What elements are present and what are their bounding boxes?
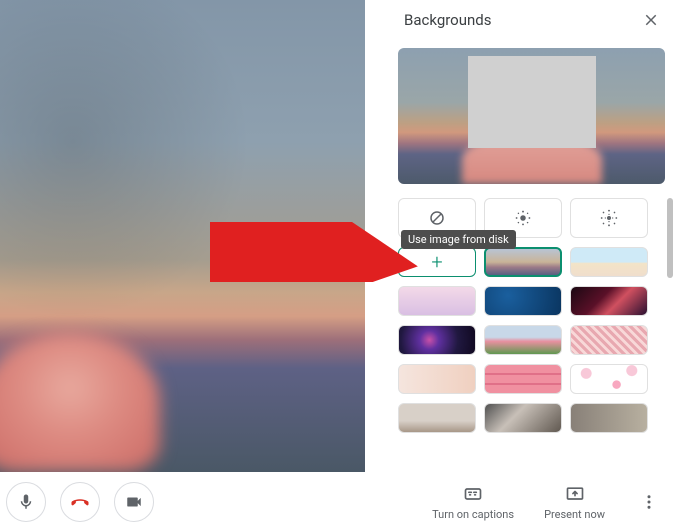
backgrounds-scrollbar[interactable] xyxy=(667,198,673,278)
bg-option-petals[interactable] xyxy=(570,364,648,394)
bg-option-room-office[interactable] xyxy=(570,403,648,433)
bg-option-room-gallery[interactable] xyxy=(398,403,476,433)
leave-call-button[interactable] xyxy=(60,482,100,522)
bg-option-fireworks[interactable] xyxy=(398,325,476,355)
camera-button[interactable] xyxy=(114,482,154,522)
upload-tooltip: Use image from disk xyxy=(401,230,516,249)
mic-button[interactable] xyxy=(6,482,46,522)
bg-option-room-light[interactable] xyxy=(484,403,562,433)
bg-option-cherry-blossom[interactable] xyxy=(570,325,648,355)
plus-icon: + xyxy=(431,250,442,274)
annotation-arrow xyxy=(210,222,430,282)
present-label: Present now xyxy=(544,508,605,521)
more-options-button[interactable] xyxy=(635,488,663,516)
captions-label: Turn on captions xyxy=(432,508,514,521)
bg-option-pink-pattern[interactable] xyxy=(484,364,562,394)
bg-option-nebula[interactable] xyxy=(570,286,648,316)
bg-option-beach[interactable] xyxy=(570,247,648,277)
bottom-bar: Turn on captions Present now xyxy=(0,472,675,532)
background-preview xyxy=(398,48,665,184)
close-icon[interactable] xyxy=(639,8,663,32)
panel-title: Backgrounds xyxy=(404,11,491,29)
captions-button[interactable]: Turn on captions xyxy=(432,484,514,521)
present-button[interactable]: Present now xyxy=(544,484,605,521)
bg-option-ocean-water[interactable] xyxy=(484,286,562,316)
bg-option-sunset[interactable] xyxy=(484,247,562,277)
bg-option-soft-pastel[interactable] xyxy=(398,364,476,394)
bg-option-spring-flowers[interactable] xyxy=(484,325,562,355)
effect-blur-heavy-button[interactable] xyxy=(570,198,648,238)
bg-option-pink-clouds[interactable] xyxy=(398,286,476,316)
